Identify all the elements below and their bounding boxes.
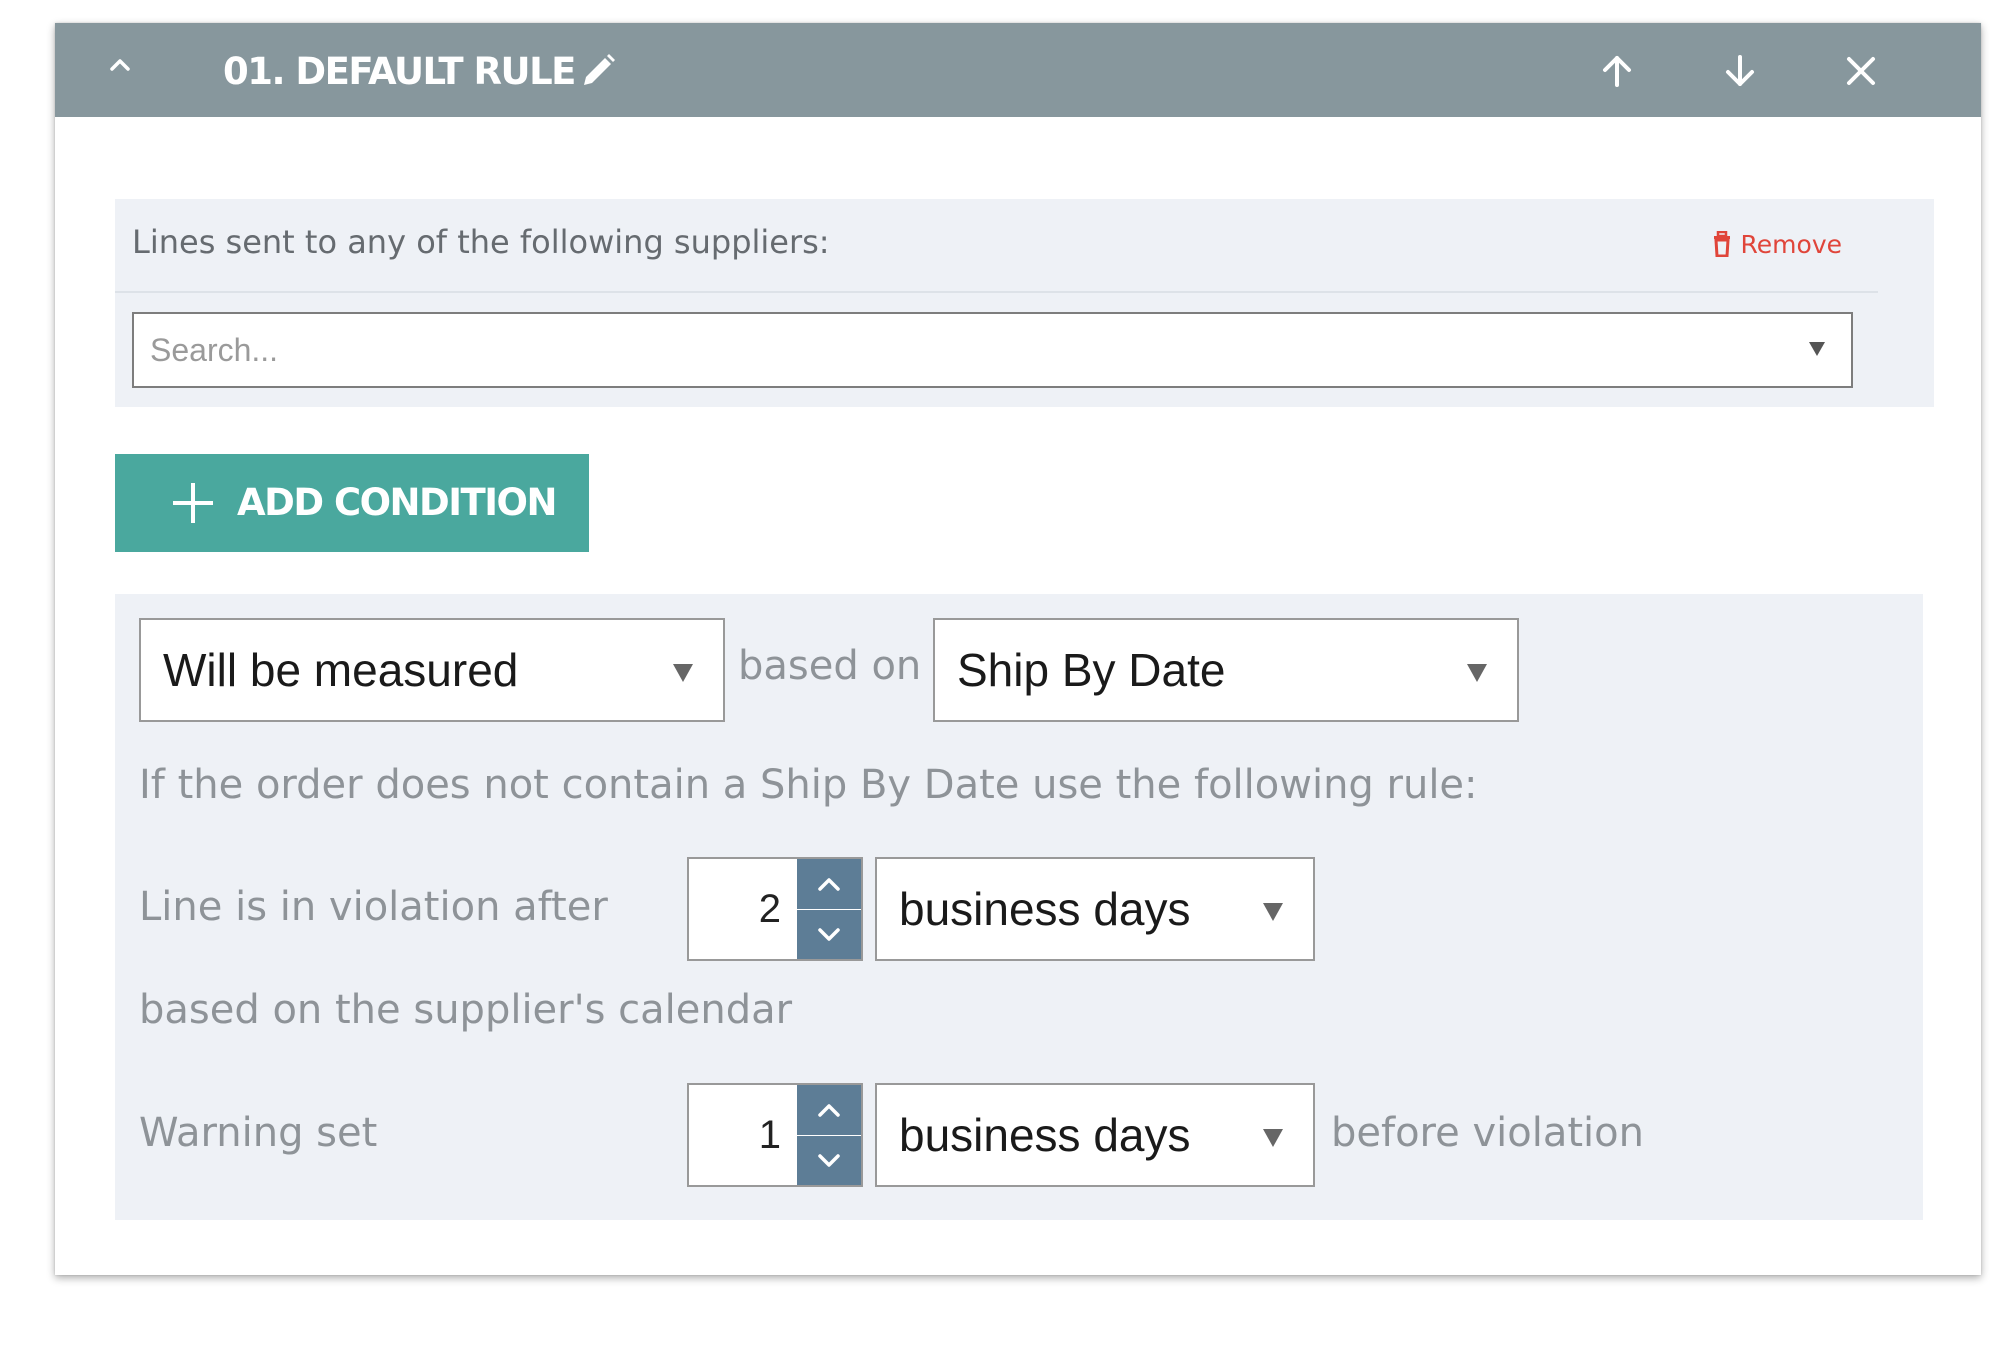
before-violation-text: before violation — [1331, 1110, 1644, 1156]
close-icon[interactable] — [1844, 54, 1878, 88]
measurement-panel: Will be measured based on Ship By Date I… — [115, 594, 1923, 1220]
based-on-label: based on — [738, 643, 922, 689]
chevron-up-icon — [818, 878, 840, 891]
trash-icon — [1713, 231, 1730, 257]
dropdown-arrow-icon — [1263, 1129, 1283, 1147]
supplier-search-input[interactable] — [134, 314, 1786, 386]
warning-unit-value: business days — [899, 1109, 1191, 1161]
decrement-button[interactable] — [797, 910, 861, 959]
measure-mode-select[interactable]: Will be measured — [139, 618, 725, 722]
chevron-up-icon[interactable] — [107, 54, 133, 76]
chevron-down-icon — [818, 1153, 840, 1167]
chevron-up-icon — [818, 1104, 840, 1117]
warning-amount-stepper[interactable]: 1 — [687, 1083, 863, 1187]
warning-label: Warning set — [139, 1110, 378, 1156]
warning-unit-select[interactable]: business days — [875, 1083, 1315, 1187]
warning-amount-value[interactable]: 1 — [689, 1085, 781, 1185]
pencil-icon[interactable] — [578, 51, 618, 91]
plus-icon — [173, 483, 213, 523]
supplier-search-select[interactable] — [132, 312, 1853, 388]
measure-mode-value: Will be measured — [163, 644, 519, 696]
rule-title: 01. DEFAULT RULE — [223, 50, 576, 93]
violation-unit-select[interactable]: business days — [875, 857, 1315, 961]
arrow-up-icon[interactable] — [1597, 51, 1637, 91]
arrow-down-icon[interactable] — [1720, 51, 1760, 91]
dropdown-arrow-icon — [673, 664, 693, 682]
rule-header: 01. DEFAULT RULE — [55, 23, 1981, 117]
dropdown-arrow-icon — [1263, 903, 1283, 921]
supplier-condition-panel: Lines sent to any of the following suppl… — [115, 199, 1934, 407]
increment-button[interactable] — [797, 1085, 861, 1135]
violation-amount-value[interactable]: 2 — [689, 859, 781, 959]
remove-label: Remove — [1740, 229, 1842, 259]
increment-button[interactable] — [797, 859, 861, 909]
calendar-text: based on the supplier's calendar — [139, 987, 793, 1033]
fallback-rule-text: If the order does not contain a Ship By … — [139, 762, 1478, 808]
date-field-value: Ship By Date — [957, 644, 1226, 696]
dropdown-arrow-icon[interactable] — [1809, 342, 1825, 356]
violation-amount-stepper[interactable]: 2 — [687, 857, 863, 961]
add-condition-button[interactable]: ADD CONDITION — [115, 454, 589, 552]
dropdown-arrow-icon — [1467, 664, 1487, 682]
violation-unit-value: business days — [899, 883, 1191, 935]
remove-condition-button[interactable]: Remove — [1713, 229, 1842, 259]
date-field-select[interactable]: Ship By Date — [933, 618, 1519, 722]
supplier-condition-label: Lines sent to any of the following suppl… — [132, 223, 830, 261]
add-condition-label: ADD CONDITION — [237, 481, 557, 524]
decrement-button[interactable] — [797, 1136, 861, 1185]
rule-card: 01. DEFAULT RULE Lines sent to any of th… — [55, 23, 1981, 1275]
divider — [115, 291, 1878, 293]
chevron-down-icon — [818, 927, 840, 941]
violation-label: Line is in violation after — [139, 884, 608, 930]
